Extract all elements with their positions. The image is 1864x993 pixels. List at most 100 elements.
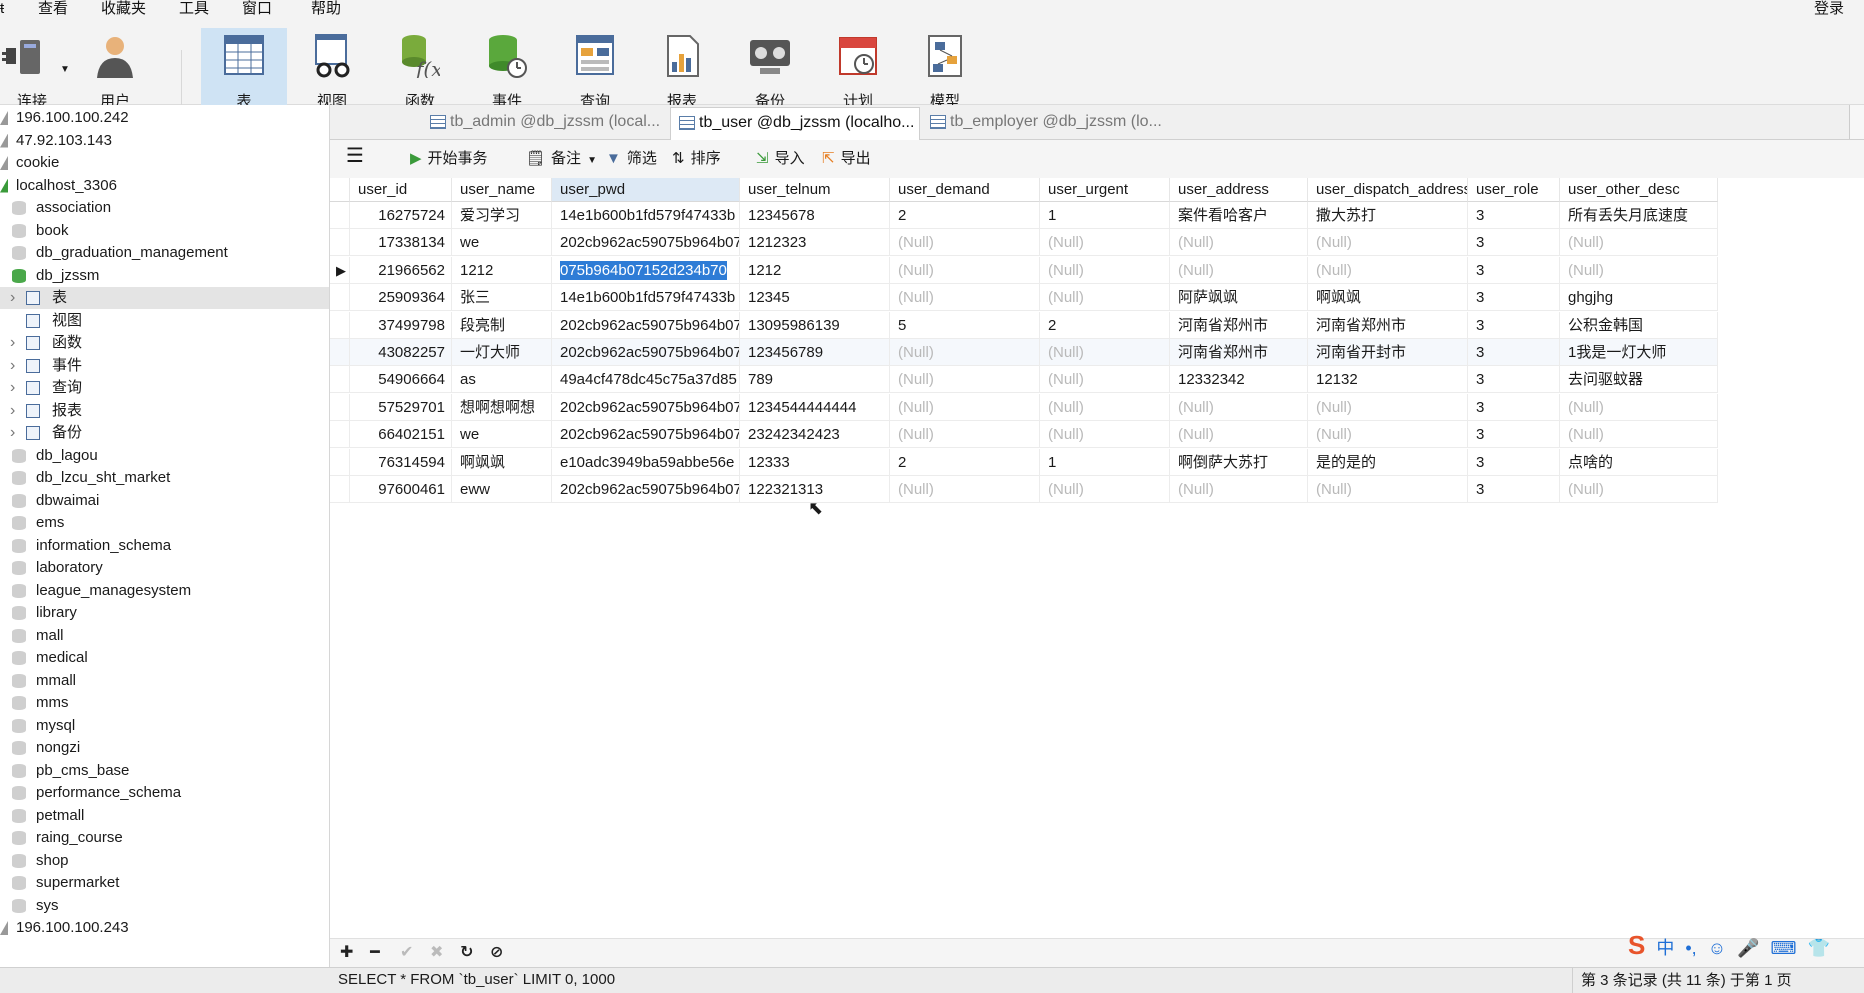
table-cell[interactable]: (Null) [890, 256, 1040, 284]
column-header[interactable]: user_name [452, 178, 552, 202]
table-cell[interactable]: 16275724 [350, 202, 452, 229]
tree-item[interactable]: 47.92.103.143 [0, 130, 329, 152]
table-cell[interactable]: 54906664 [350, 366, 452, 394]
table-cell[interactable]: (Null) [890, 421, 1040, 449]
table-cell[interactable]: (Null) [1170, 393, 1308, 421]
menu-item-view[interactable]: 查看 [38, 0, 68, 20]
tree-item[interactable]: petmall [0, 805, 329, 827]
row-gutter[interactable] [330, 229, 350, 257]
tab-tb-admin[interactable]: tb_admin @db_jzssm (local... [422, 107, 668, 139]
table-cell[interactable]: 3 [1468, 284, 1560, 312]
table-cell[interactable]: 789 [740, 366, 890, 394]
table-cell[interactable]: (Null) [1040, 366, 1170, 394]
tree-item[interactable]: › 查询 [0, 377, 329, 399]
table-cell[interactable]: 1 [1040, 448, 1170, 476]
tree-item[interactable]: db_jzssm [0, 265, 329, 287]
tree-item[interactable]: laboratory [0, 557, 329, 579]
ime-voice-icon[interactable]: 🎤 [1737, 938, 1759, 959]
table-cell[interactable]: (Null) [1040, 339, 1170, 366]
add-record-icon[interactable]: ✚ [340, 942, 353, 962]
menu-item-window[interactable]: 窗口 [242, 0, 272, 20]
table-cell[interactable]: 202cb962ac59075b964b07 [552, 339, 740, 366]
refresh-icon[interactable]: ↻ [460, 942, 473, 962]
table-row[interactable]: 25909364 张三 14e1b600b1fd579f47433b 12345 (Nu… [330, 284, 1718, 312]
table-cell[interactable]: 河南省郑州市 [1308, 311, 1468, 339]
table-cell[interactable]: 啊飒飒 [1308, 284, 1468, 312]
tree-item[interactable]: mysql [0, 715, 329, 737]
tree-item[interactable]: medical [0, 647, 329, 669]
export-button[interactable]: ⇱ 导出 [822, 148, 871, 170]
table-cell[interactable]: 66402151 [350, 421, 452, 449]
tree-item[interactable]: dbwaimai [0, 490, 329, 512]
column-header[interactable]: user_other_desc [1560, 178, 1718, 202]
table-row[interactable]: 66402151 we 202cb962ac59075b964b07 23242342… [330, 421, 1718, 449]
column-header[interactable]: user_dispatch_address [1308, 178, 1468, 202]
table-cell[interactable]: (Null) [1308, 421, 1468, 449]
tree-item[interactable]: information_schema [0, 535, 329, 557]
column-header[interactable]: user_telnum [740, 178, 890, 202]
column-header[interactable]: user_demand [890, 178, 1040, 202]
table-cell[interactable]: (Null) [1040, 229, 1170, 257]
tree-item[interactable]: 196.100.100.243 [0, 917, 329, 939]
tree-item[interactable]: ems [0, 512, 329, 534]
table-cell[interactable]: 想啊想啊想 [452, 393, 552, 421]
table-cell[interactable]: 3 [1468, 311, 1560, 339]
tree-item[interactable]: 视图 [0, 310, 329, 332]
table-cell[interactable]: 1 [1040, 202, 1170, 229]
table-cell[interactable]: 3 [1468, 229, 1560, 257]
table-cell[interactable]: (Null) [1040, 421, 1170, 449]
tree-item[interactable]: mall [0, 625, 329, 647]
tab-overflow-button[interactable] [1849, 105, 1864, 139]
table-cell[interactable]: 14e1b600b1fd579f47433b [552, 284, 740, 312]
sogou-s-icon[interactable]: S [1628, 930, 1645, 961]
chevron-right-icon[interactable]: › [10, 287, 15, 309]
row-gutter[interactable] [330, 366, 350, 394]
column-header[interactable]: user_address [1170, 178, 1308, 202]
tree-item[interactable]: nongzi [0, 737, 329, 759]
table-cell[interactable]: 啊倒萨大苏打 [1170, 448, 1308, 476]
tree-item[interactable]: mms [0, 692, 329, 714]
table-cell[interactable]: 202cb962ac59075b964b07 [552, 421, 740, 449]
table-cell[interactable]: 25909364 [350, 284, 452, 312]
table-cell[interactable]: 河南省郑州市 [1170, 339, 1308, 366]
menu-item-file-fragment[interactable]: ŧ [0, 0, 4, 20]
tree-item[interactable]: › 事件 [0, 355, 329, 377]
table-row[interactable]: 97600461 eww 202cb962ac59075b964b07 1223213… [330, 476, 1718, 503]
table-cell[interactable]: we [452, 421, 552, 449]
table-cell[interactable]: (Null) [1560, 421, 1718, 449]
chevron-right-icon[interactable]: › [10, 400, 15, 422]
table-cell[interactable]: 13095986139 [740, 311, 890, 339]
table-row[interactable]: 76314594 啊飒飒 e10adc3949ba59abbe56e 12333 2 1 啊… [330, 448, 1718, 476]
table-cell[interactable]: 123456789 [740, 339, 890, 366]
table-cell[interactable]: 202cb962ac59075b964b07 [552, 229, 740, 257]
hamburger-menu-icon[interactable]: ☰ [346, 145, 364, 167]
table-row[interactable]: 57529701 想啊想啊想 202cb962ac59075b964b07 12345… [330, 393, 1718, 421]
filter-button[interactable]: ▼ 筛选 [606, 148, 657, 170]
row-gutter[interactable] [330, 311, 350, 339]
tree-item[interactable]: › 报表 [0, 400, 329, 422]
memo-button[interactable]: 🗒 备注 ▼ [526, 148, 597, 170]
column-header[interactable]: user_id [350, 178, 452, 202]
table-row[interactable]: 16275724 爱习学习 14e1b600b1fd579f47433b 123456… [330, 202, 1718, 229]
table-cell[interactable]: 57529701 [350, 393, 452, 421]
table-cell[interactable]: 是的是的 [1308, 448, 1468, 476]
tab-tb-user[interactable]: tb_user @db_jzssm (localho... [670, 107, 920, 140]
table-cell[interactable]: 1212 [740, 256, 890, 284]
tree-item[interactable]: supermarket [0, 872, 329, 894]
chevron-right-icon[interactable]: › [10, 377, 15, 399]
table-cell[interactable]: 所有丢失月底速度 [1560, 202, 1718, 229]
table-cell[interactable]: 公积金韩国 [1560, 311, 1718, 339]
table-cell[interactable]: (Null) [890, 284, 1040, 312]
tree-item[interactable]: book [0, 220, 329, 242]
table-row[interactable]: ▶ 21966562 1212 075b964b07152d234b70 1212 (Nu… [330, 256, 1718, 284]
row-gutter[interactable] [330, 448, 350, 476]
tree-item[interactable]: mmall [0, 670, 329, 692]
table-cell[interactable]: (Null) [1040, 284, 1170, 312]
table-cell[interactable]: 3 [1468, 476, 1560, 503]
discard-changes-icon[interactable]: ✖ [430, 942, 443, 962]
table-cell[interactable]: (Null) [1560, 393, 1718, 421]
table-cell[interactable]: 一灯大师 [452, 339, 552, 366]
table-cell[interactable]: 啊飒飒 [452, 448, 552, 476]
begin-transaction-button[interactable]: ▶ 开始事务 [410, 148, 488, 170]
table-cell[interactable]: 14e1b600b1fd579f47433b [552, 202, 740, 229]
